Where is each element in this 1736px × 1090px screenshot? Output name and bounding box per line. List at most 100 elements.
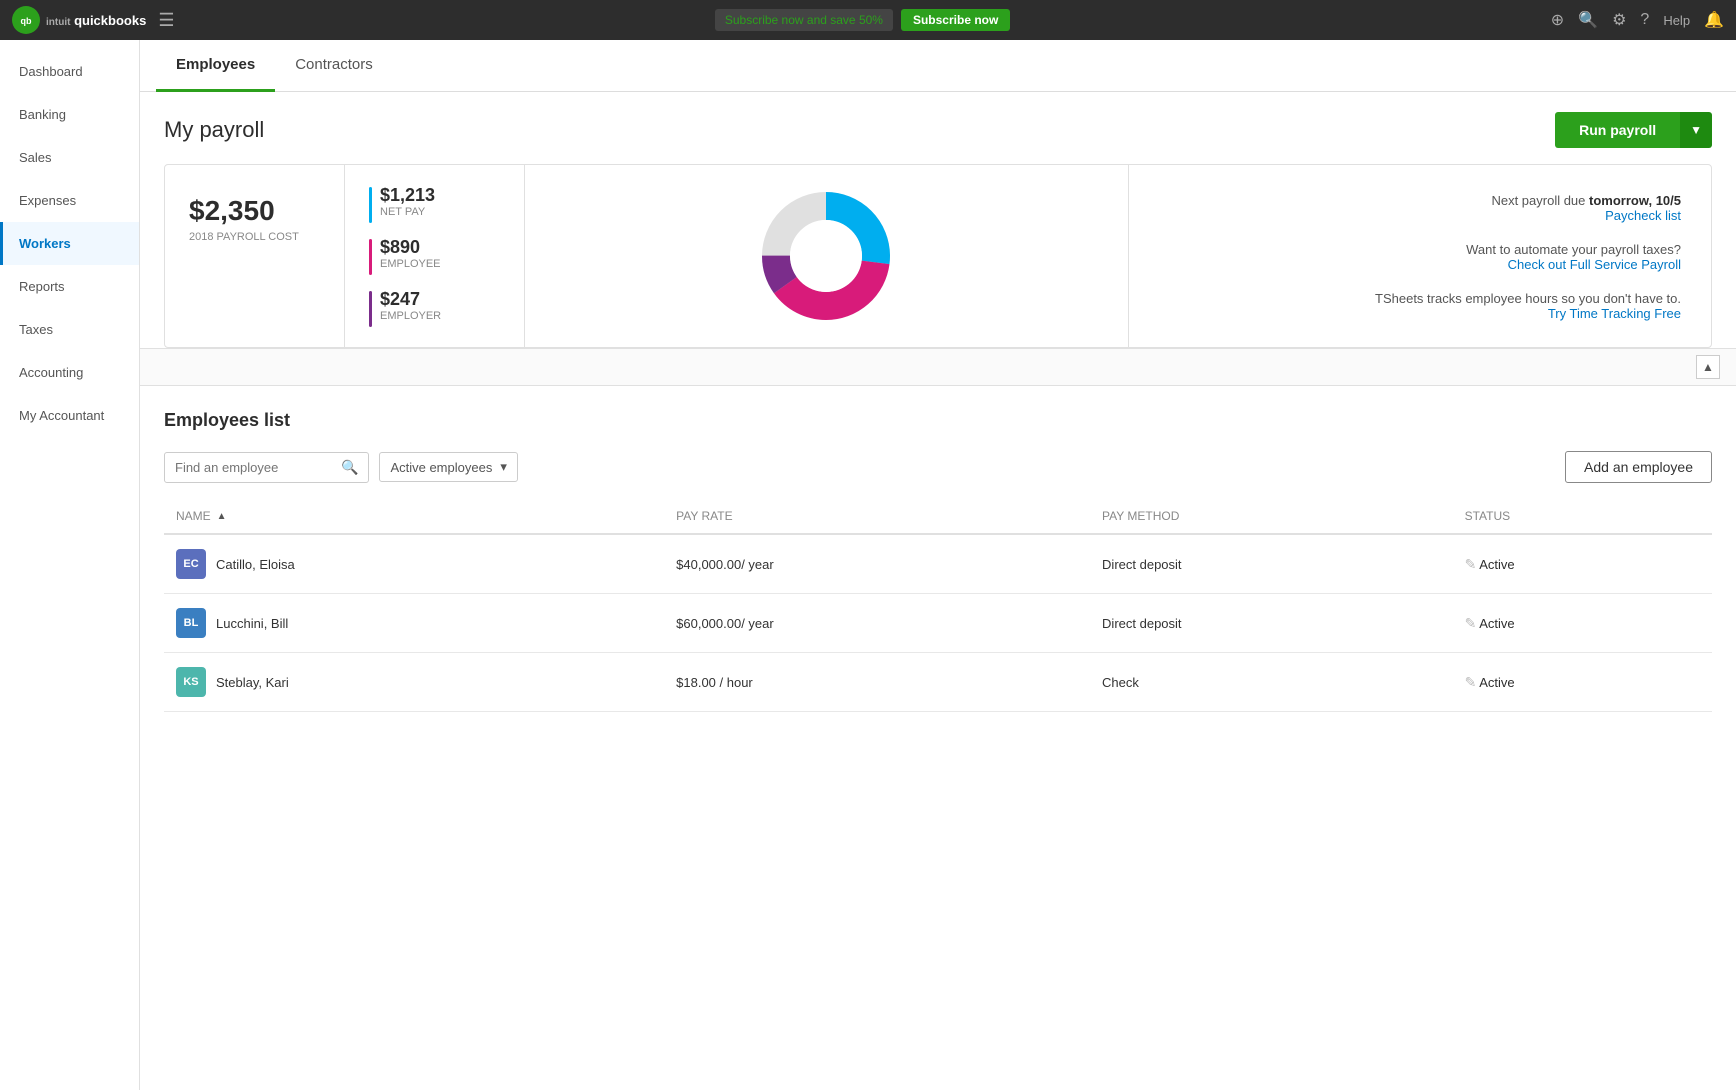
employees-controls: 🔍 Active employees ▾ Add an employee — [164, 451, 1712, 483]
tab-contractors[interactable]: Contractors — [275, 40, 393, 92]
employee-status: ✎ Active — [1453, 534, 1712, 594]
sidebar-item-expenses[interactable]: Expenses — [0, 179, 139, 222]
status-badge: Active — [1479, 557, 1514, 572]
sidebar-item-sales[interactable]: Sales — [0, 136, 139, 179]
edit-icon[interactable]: ✎ — [1465, 615, 1477, 631]
full-service-link[interactable]: Check out Full Service Payroll — [1159, 257, 1682, 272]
tsheets-text: TSheets tracks employee hours so you don… — [1375, 291, 1681, 306]
breakdown-item-employer: $247 EMPLOYER — [369, 289, 500, 327]
search-box: 🔍 — [164, 452, 369, 483]
employee-name-cell: EC Catillo, Eloisa — [164, 534, 664, 594]
collapse-row: ▲ — [140, 348, 1736, 386]
table-row[interactable]: EC Catillo, Eloisa $40,000.00/ year Dire… — [164, 534, 1712, 594]
col-pay-method: PAY METHOD — [1090, 499, 1453, 534]
run-payroll-dropdown[interactable]: ▼ — [1680, 112, 1712, 148]
breakdown-item-net-pay: $1,213 NET PAY — [369, 185, 500, 223]
table-row[interactable]: BL Lucchini, Bill $60,000.00/ year Direc… — [164, 594, 1712, 653]
next-payroll-date: tomorrow, 10/5 — [1589, 193, 1681, 208]
edit-icon[interactable]: ✎ — [1465, 674, 1477, 690]
paycheck-list-link[interactable]: Paycheck list — [1159, 208, 1682, 223]
sidebar-item-dashboard[interactable]: Dashboard — [0, 50, 139, 93]
payroll-title: My payroll — [164, 117, 264, 143]
employee-pay-method: Check — [1090, 653, 1453, 712]
payroll-header: My payroll Run payroll ▼ — [164, 112, 1712, 148]
employee-name: Steblay, Kari — [216, 675, 289, 690]
breakdown-amount: $890 — [380, 237, 441, 258]
employee-name: Catillo, Eloisa — [216, 557, 295, 572]
employee-status: ✎ Active — [1453, 653, 1712, 712]
status-badge: Active — [1479, 616, 1514, 631]
settings-icon[interactable]: ⚙ — [1612, 10, 1626, 30]
subscribe-text: Subscribe now and save 50% — [725, 13, 883, 27]
logo-text: intuit quickbooks — [46, 13, 146, 28]
topbar-center: Subscribe now and save 50% Subscribe now — [715, 9, 1010, 31]
employee-name-cell: KS Steblay, Kari — [164, 653, 664, 712]
col-pay-rate: PAY RATE — [664, 499, 1090, 534]
employees-tbody: EC Catillo, Eloisa $40,000.00/ year Dire… — [164, 534, 1712, 712]
employee-pay-rate: $40,000.00/ year — [664, 534, 1090, 594]
sidebar-item-my-accountant[interactable]: My Accountant — [0, 394, 139, 437]
sidebar-item-reports[interactable]: Reports — [0, 265, 139, 308]
main-layout: DashboardBankingSalesExpensesWorkersRepo… — [0, 40, 1736, 1090]
notifications-icon[interactable]: 🔔 — [1704, 10, 1724, 30]
employee-name-cell: BL Lucchini, Bill — [164, 594, 664, 653]
topbar: qb intuit quickbooks ☰ Subscribe now and… — [0, 0, 1736, 40]
employee-pay-method: Direct deposit — [1090, 534, 1453, 594]
filter-label: Active employees — [390, 460, 492, 475]
hamburger-icon[interactable]: ☰ — [158, 10, 174, 31]
table-header: NAME ▲ PAY RATE PAY METHOD STATUS — [164, 499, 1712, 534]
subscribe-now-button[interactable]: Subscribe now — [901, 9, 1010, 31]
status-badge: Active — [1479, 675, 1514, 690]
sort-icon: ▲ — [217, 511, 227, 522]
search-input[interactable] — [175, 460, 335, 475]
payroll-info: Next payroll due tomorrow, 10/5 Paycheck… — [1129, 165, 1712, 347]
add-employee-button[interactable]: Add an employee — [1565, 451, 1712, 483]
svg-text:qb: qb — [21, 16, 32, 26]
status-filter-dropdown[interactable]: Active employees ▾ — [379, 452, 517, 482]
collapse-button[interactable]: ▲ — [1696, 355, 1720, 379]
breakdown-label: NET PAY — [380, 206, 435, 218]
employees-table: NAME ▲ PAY RATE PAY METHOD STATUS EC Cat… — [164, 499, 1712, 712]
chart-area — [525, 165, 1129, 347]
next-payroll-text: Next payroll due tomorrow, 10/5 — [1491, 193, 1681, 208]
breakdown-bar — [369, 239, 372, 275]
main-content: EmployeesContractors My payroll Run payr… — [140, 40, 1736, 1090]
search-icon[interactable]: 🔍 — [1578, 10, 1598, 30]
employee-name: Lucchini, Bill — [216, 616, 288, 631]
help-icon[interactable]: ? — [1640, 11, 1649, 29]
employee-pay-method: Direct deposit — [1090, 594, 1453, 653]
automate-text: Want to automate your payroll taxes? — [1466, 242, 1681, 257]
tabs-bar: EmployeesContractors — [140, 40, 1736, 92]
logo-icon: qb — [12, 6, 40, 34]
controls-left: 🔍 Active employees ▾ — [164, 452, 518, 483]
tab-employees[interactable]: Employees — [156, 40, 275, 92]
chevron-down-icon: ▾ — [500, 459, 507, 475]
breakdown-item-employee: $890 EMPLOYEE — [369, 237, 500, 275]
col-status: STATUS — [1453, 499, 1712, 534]
sidebar-item-accounting[interactable]: Accounting — [0, 351, 139, 394]
sidebar-item-taxes[interactable]: Taxes — [0, 308, 139, 351]
add-icon[interactable]: ⊕ — [1551, 10, 1564, 30]
payroll-cost: $2,350 2018 PAYROLL COST — [165, 165, 345, 347]
sidebar-item-banking[interactable]: Banking — [0, 93, 139, 136]
breakdown-bar — [369, 291, 372, 327]
search-icon: 🔍 — [341, 459, 358, 476]
breakdown-amount: $247 — [380, 289, 441, 310]
time-tracking-link[interactable]: Try Time Tracking Free — [1159, 306, 1682, 321]
run-payroll-button[interactable]: Run payroll — [1555, 112, 1680, 148]
topbar-left: qb intuit quickbooks ☰ — [12, 6, 174, 34]
employees-section: Employees list 🔍 Active employees ▾ Add … — [140, 386, 1736, 736]
table-row[interactable]: KS Steblay, Kari $18.00 / hour Check ✎ A… — [164, 653, 1712, 712]
breakdown-bar — [369, 187, 372, 223]
donut-chart — [761, 191, 891, 321]
app-logo: qb intuit quickbooks — [12, 6, 146, 34]
col-name[interactable]: NAME ▲ — [164, 499, 664, 534]
sidebar-item-workers[interactable]: Workers — [0, 222, 139, 265]
edit-icon[interactable]: ✎ — [1465, 556, 1477, 572]
help-label: Help — [1663, 13, 1690, 28]
topbar-right: ⊕ 🔍 ⚙ ? Help 🔔 — [1551, 10, 1724, 30]
breakdown-amount: $1,213 — [380, 185, 435, 206]
avatar: EC — [176, 549, 206, 579]
employee-pay-rate: $18.00 / hour — [664, 653, 1090, 712]
avatar: KS — [176, 667, 206, 697]
